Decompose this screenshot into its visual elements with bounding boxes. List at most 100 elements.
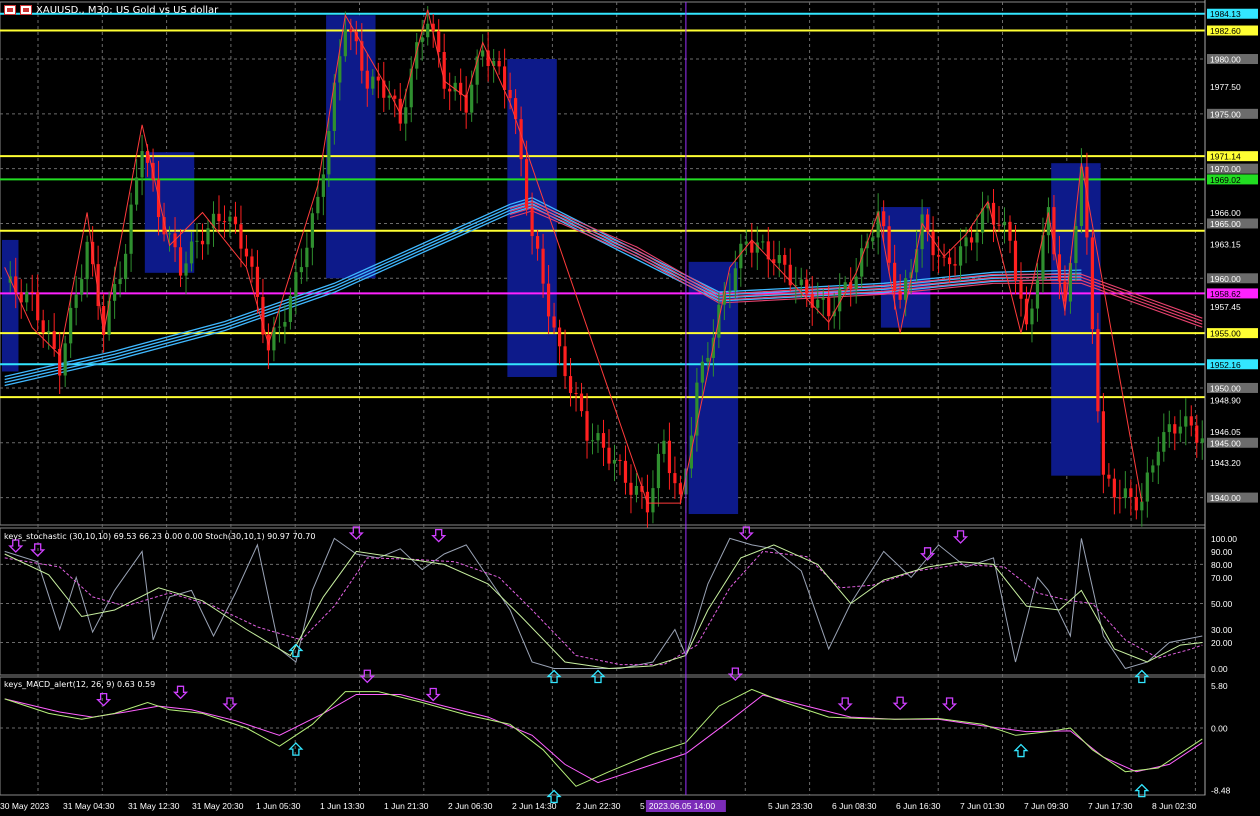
macd-indicator	[4, 667, 1203, 804]
pane-frame	[0, 676, 1206, 796]
chart-canvas[interactable]: 1984.13 1982.60 1980.00 1977.50 1975.00 1971.…	[0, 0, 1260, 816]
candle-body	[134, 177, 139, 205]
candle-body	[1118, 497, 1122, 499]
arrow-down-icon	[941, 697, 958, 711]
candle-body	[1167, 424, 1171, 433]
candle-body	[673, 473, 677, 484]
candle-body	[63, 343, 67, 376]
candle-body	[706, 357, 710, 362]
candle-body	[283, 321, 287, 327]
stoch-signal-line	[4, 550, 1203, 666]
candle-body	[288, 296, 292, 322]
candle-body	[167, 233, 172, 235]
price-label: 1971.14	[1210, 152, 1241, 162]
candle-body	[1173, 424, 1177, 434]
time-label: 2 Jun 22:30	[576, 801, 621, 811]
candle-body	[316, 196, 320, 214]
candle-body	[882, 211, 886, 227]
candle-body	[997, 224, 1001, 226]
candle-body	[371, 76, 375, 89]
candle-body	[497, 60, 501, 67]
stoch-axis-label: 0.00	[1211, 664, 1228, 674]
stochastic-indicator	[4, 526, 1203, 684]
price-label: 1980.00	[1210, 55, 1241, 65]
candle-body	[761, 241, 765, 243]
candle-body	[239, 224, 243, 249]
candle-body	[750, 241, 754, 253]
price-label: 1970.00	[1210, 164, 1241, 174]
candle-body	[1019, 280, 1023, 299]
time-label: 31 May 04:30	[63, 801, 115, 811]
macd-label: keys_MACD_alert(12, 26, 9) 0.63 0.59	[4, 680, 156, 689]
candle-body	[294, 272, 298, 297]
candle-body	[821, 297, 825, 300]
arrow-up-icon	[590, 669, 606, 684]
candle-body	[80, 279, 84, 295]
candle-body	[1145, 472, 1149, 502]
candle-body	[74, 294, 78, 308]
arrow-down-icon	[952, 530, 969, 544]
candle-body	[310, 213, 314, 248]
candle-body	[728, 290, 732, 292]
candle-body	[1200, 438, 1204, 443]
candle-body	[623, 460, 628, 483]
candle-body	[327, 131, 331, 175]
candle-body	[1002, 221, 1007, 226]
candle-body	[338, 56, 342, 83]
time-label: 2 Jun 14:30	[512, 801, 557, 811]
macd-axis-label: -8.48	[1211, 785, 1231, 795]
candle-body	[129, 204, 133, 254]
candle-body	[206, 228, 210, 245]
arrow-down-icon	[348, 526, 364, 540]
candle-body	[541, 248, 545, 284]
candle-body	[651, 488, 655, 513]
candle-body	[991, 202, 996, 225]
arrow-down-icon	[172, 685, 189, 700]
candle-body	[590, 440, 595, 442]
arrow-down-icon	[96, 692, 112, 707]
price-label: 1975.00	[1210, 109, 1241, 119]
terminal-chart-window[interactable]: 1984.13 1982.60 1980.00 1977.50 1975.00 1971.…	[0, 0, 1260, 816]
candle-body	[1156, 451, 1160, 466]
price-label: 1977.50	[1210, 82, 1241, 92]
window-icon[interactable]	[20, 5, 32, 15]
candle-body	[678, 483, 683, 495]
candle-body	[1101, 411, 1105, 475]
crosshair-time-label: 2023.06.05 14:00	[649, 801, 715, 811]
candle-body	[958, 246, 963, 266]
price-label: 1966.00	[1210, 208, 1241, 218]
candle-body	[1013, 240, 1018, 281]
candle-body	[85, 241, 89, 280]
price-label: 1940.00	[1210, 493, 1241, 503]
price-label: 1982.60	[1210, 26, 1241, 36]
arrow-down-icon	[431, 528, 447, 543]
candle-body	[118, 279, 122, 285]
candle-body	[277, 326, 282, 328]
price-label: 1957.45	[1210, 302, 1241, 312]
candle-body	[1035, 280, 1040, 309]
candle-body	[404, 107, 408, 124]
time-label: 8 Jun 02:30	[1152, 801, 1197, 811]
candle-body	[420, 37, 424, 43]
arrow-down-icon	[425, 687, 441, 702]
candle-body	[843, 282, 847, 289]
time-label: 1 Jun 13:30	[320, 801, 365, 811]
stoch-axis-label: 50.00	[1211, 599, 1233, 609]
stoch-axis-label: 100.00	[1211, 534, 1237, 544]
candle-body	[448, 88, 452, 92]
candle-body	[41, 320, 45, 333]
candle-body	[1008, 221, 1012, 241]
candle-body	[893, 262, 897, 292]
time-label: 31 May 12:30	[128, 801, 180, 811]
candle-body	[184, 263, 188, 276]
stoch-axis-label: 90.00	[1211, 547, 1233, 557]
stoch-axis-label: 80.00	[1211, 560, 1233, 570]
time-label: 31 May 20:30	[192, 801, 244, 811]
macd-signal-line	[4, 694, 1203, 784]
candle-body	[552, 316, 556, 328]
price-label: 1943.20	[1210, 458, 1241, 468]
candle-body	[1134, 496, 1138, 511]
chart-icon[interactable]	[4, 5, 16, 15]
candle-body	[700, 361, 704, 383]
candle-body	[607, 447, 611, 464]
